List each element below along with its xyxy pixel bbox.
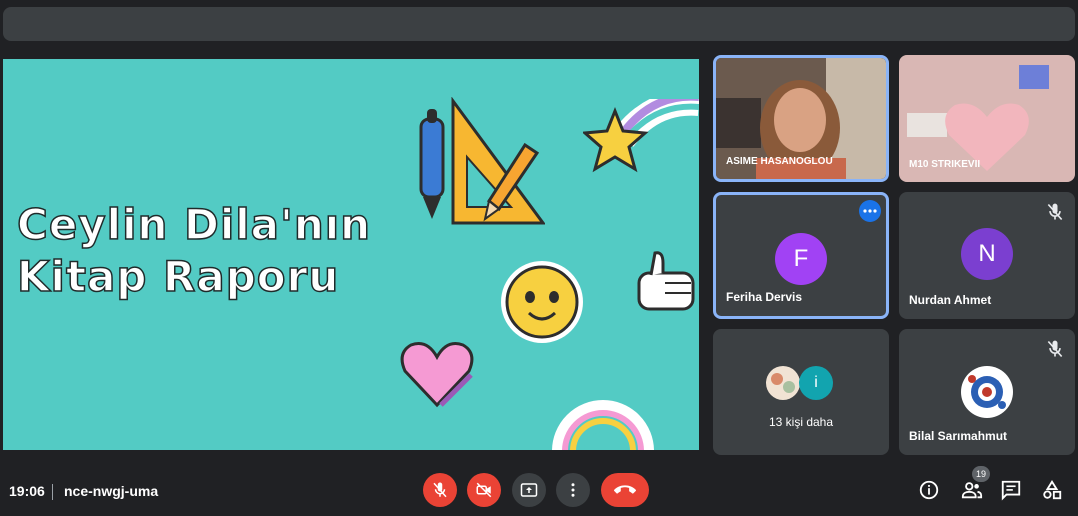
bottom-control-bar: 19:06 nce-nwgj-uma — [0, 464, 1078, 516]
avatar: N — [961, 228, 1013, 280]
participant-tile-feriha[interactable]: F Feriha Dervis — [713, 192, 889, 319]
more-vert-icon — [571, 483, 575, 497]
more-options-button[interactable] — [556, 473, 590, 507]
rainbow-sticker — [552, 400, 654, 450]
slide-title: Ceylin Dila'nın Kitap Raporu — [16, 199, 397, 303]
call-end-icon — [614, 485, 636, 494]
participant-tile-nurdan[interactable]: N Nurdan Ahmet — [899, 192, 1075, 319]
participant-name: Nurdan Ahmet — [909, 293, 992, 307]
meeting-time: 19:06 — [9, 483, 45, 499]
avatar-letter: i — [799, 366, 833, 400]
divider — [52, 484, 53, 500]
participant-name: M10 STRIKEVII — [909, 159, 981, 170]
participant-tile-m10[interactable]: M10 STRIKEVII — [899, 55, 1075, 182]
participants-count-badge: 19 — [972, 466, 990, 482]
meeting-details-button[interactable] — [917, 478, 941, 502]
present-screen-button[interactable] — [512, 473, 546, 507]
others-count-label: 13 kişi daha — [768, 415, 834, 429]
avatar — [961, 366, 1013, 418]
participant-name: ASIME HASANOGLOU — [726, 156, 833, 167]
meeting-code: nce-nwgj-uma — [64, 483, 159, 499]
thumbs-up-sticker — [637, 251, 695, 311]
microphone-toggle-button[interactable] — [423, 473, 457, 507]
presentation-stage[interactable]: Ceylin Dila'nın Kitap Raporu — [3, 59, 699, 450]
participant-name: Feriha Dervis — [726, 290, 803, 304]
camera-toggle-button[interactable] — [467, 473, 501, 507]
videocam-off-icon — [476, 482, 492, 498]
mic-off-icon — [1047, 203, 1063, 221]
activities-button[interactable] — [1040, 478, 1064, 502]
more-horiz-icon — [863, 209, 877, 213]
people-icon — [961, 482, 983, 499]
pen-ruler-sticker — [419, 97, 545, 225]
chat-icon — [1001, 480, 1021, 501]
star-rainbow-sticker — [583, 99, 699, 173]
slide-title-line1: Ceylin Dila'nın — [16, 199, 372, 250]
top-notification-bar — [3, 7, 1075, 41]
more-options-button[interactable] — [859, 200, 881, 222]
leave-call-button[interactable] — [601, 473, 649, 507]
chat-button[interactable] — [999, 478, 1023, 502]
participant-tile-others[interactable]: i 13 kişi daha — [713, 329, 889, 455]
participant-name: Bilal Sarımahmut — [909, 429, 1008, 443]
participant-tile-bilal[interactable]: Bilal Sarımahmut — [899, 329, 1075, 455]
slide-title-line2: Kitap Raporu — [16, 251, 340, 302]
heart-sticker — [400, 342, 474, 408]
activities-icon — [1043, 480, 1062, 500]
avatar — [766, 366, 800, 400]
info-icon — [919, 480, 939, 500]
mic-off-icon — [1047, 340, 1063, 358]
mic-off-icon — [433, 482, 447, 498]
smiley-sticker — [501, 261, 583, 343]
participant-tile-asime[interactable]: ASIME HASANOGLOU — [713, 55, 889, 182]
present-to-all-icon — [520, 483, 538, 497]
avatar: F — [775, 233, 827, 285]
